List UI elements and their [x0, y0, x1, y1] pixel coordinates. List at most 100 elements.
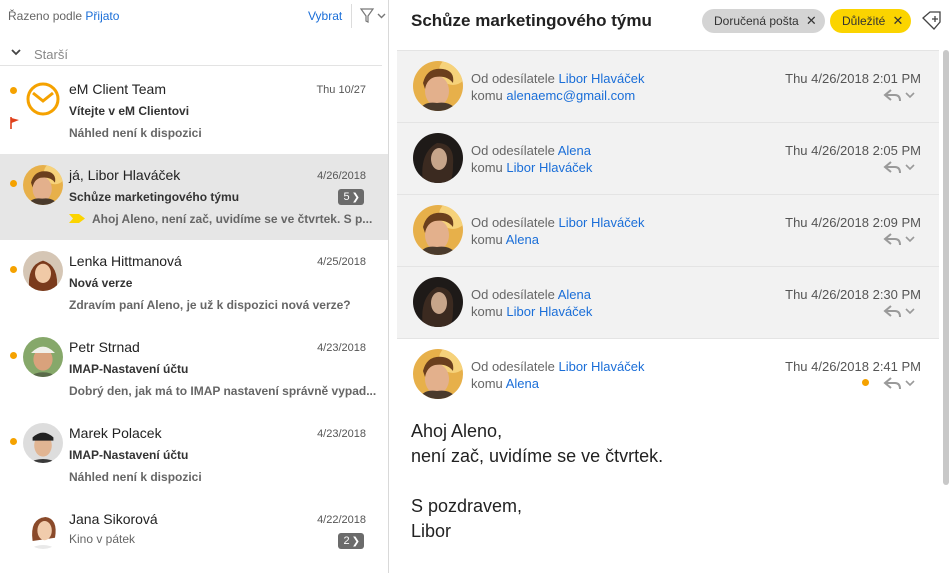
- tag-label: Důležité: [842, 14, 886, 28]
- to-line: komu alenaemc@gmail.com: [471, 88, 635, 103]
- list-item[interactable]: Marek Polacek 4/23/2018 IMAP-Nastavení ú…: [0, 412, 388, 498]
- list-item[interactable]: Jana Sikorová 4/22/2018 Kino v pátek 2 ❯: [0, 498, 388, 573]
- from-line: Od odesílatele Libor Hlaváček: [471, 215, 644, 230]
- reply-icon[interactable]: [883, 160, 917, 174]
- sender-link[interactable]: Alena: [558, 143, 591, 158]
- reply-icon[interactable]: [883, 88, 917, 102]
- scrollbar[interactable]: [943, 50, 949, 485]
- avatar: [413, 133, 463, 183]
- sort-prefix: Řazeno podle: [8, 9, 83, 23]
- list-item[interactable]: Petr Strnad 4/23/2018 IMAP-Nastavení účt…: [0, 326, 388, 412]
- from-prefix: Od odesílatele: [471, 359, 555, 374]
- avatar: [413, 349, 463, 399]
- from-line: Od odesílatele Libor Hlaváček: [471, 359, 644, 374]
- message-date: Thu 4/26/2018 2:41 PM: [785, 359, 921, 374]
- recipient-link[interactable]: Alena: [506, 232, 539, 247]
- important-marker-icon: [69, 214, 85, 223]
- sender-name: Marek Polacek: [69, 425, 162, 441]
- add-tag-button[interactable]: [918, 8, 944, 34]
- message-subject: Schůze marketingového týmu: [69, 190, 240, 204]
- tag-plus-icon: [922, 11, 941, 30]
- list-toolbar: Řazeno podle Přijato Vybrat: [0, 0, 389, 32]
- unread-dot: [10, 87, 17, 94]
- em-client-logo-icon: [26, 82, 60, 116]
- thread-count-badge[interactable]: 2 ❯: [338, 533, 364, 549]
- avatar: [413, 205, 463, 255]
- avatar: [23, 337, 63, 377]
- avatar: [23, 423, 63, 463]
- message-date: Thu 4/26/2018 2:09 PM: [785, 215, 921, 230]
- message-subject: IMAP-Nastavení účtu: [69, 448, 189, 462]
- message-preview: Náhled není k dispozici: [69, 470, 202, 484]
- to-line: komu Libor Hlaváček: [471, 160, 592, 175]
- to-prefix: komu: [471, 304, 503, 319]
- unread-dot[interactable]: [862, 379, 869, 386]
- sender-name: Petr Strnad: [69, 339, 140, 355]
- sender-link[interactable]: Libor Hlaváček: [558, 71, 644, 86]
- to-line: komu Alena: [471, 376, 539, 391]
- sender-link[interactable]: Libor Hlaváček: [558, 215, 644, 230]
- from-prefix: Od odesílatele: [471, 71, 555, 86]
- filter-button[interactable]: [358, 6, 388, 26]
- sort-control[interactable]: Řazeno podle Přijato: [8, 9, 119, 23]
- avatar: [23, 79, 63, 119]
- funnel-icon: [359, 8, 386, 23]
- message-preview: Kino v pátek: [69, 532, 136, 546]
- sort-value-link[interactable]: Přijato: [85, 9, 119, 23]
- message-date: Thu 4/26/2018 2:05 PM: [785, 143, 921, 158]
- tag-inbox[interactable]: Doručená pošta ✕: [702, 9, 825, 33]
- group-header-older[interactable]: Starší: [0, 40, 382, 66]
- list-item[interactable]: já, Libor Hlaváček 4/26/2018 Schůze mark…: [0, 154, 388, 240]
- sender-name: eM Client Team: [69, 81, 167, 97]
- thread-message[interactable]: Od odesílatele Libor Hlaváček komu alena…: [397, 50, 939, 122]
- from-prefix: Od odesílatele: [471, 215, 555, 230]
- recipient-link[interactable]: Libor Hlaváček: [506, 160, 592, 175]
- avatar: [23, 165, 63, 205]
- message-date: Thu 4/26/2018 2:30 PM: [785, 287, 921, 302]
- close-icon[interactable]: ✕: [806, 9, 817, 33]
- group-label: Starší: [34, 47, 68, 62]
- to-line: komu Libor Hlaváček: [471, 304, 592, 319]
- toolbar-divider: [351, 4, 352, 28]
- thread-message[interactable]: Od odesílatele Alena komu Libor Hlaváček…: [397, 266, 939, 338]
- from-line: Od odesílatele Alena: [471, 287, 591, 302]
- message-list-pane: Řazeno podle Přijato Vybrat Starší eM Cl…: [0, 0, 389, 573]
- from-prefix: Od odesílatele: [471, 287, 555, 302]
- message-date: Thu 4/26/2018 2:01 PM: [785, 71, 921, 86]
- unread-dot: [10, 266, 17, 273]
- thread-count-badge[interactable]: 5 ❯: [338, 189, 364, 205]
- conversation-title: Schůze marketingového týmu: [411, 11, 652, 30]
- reply-icon[interactable]: [883, 304, 917, 318]
- list-item[interactable]: Lenka Hittmanová 4/25/2018 Nová verze Zd…: [0, 240, 388, 326]
- thread-message[interactable]: Od odesílatele Alena komu Libor Hlaváček…: [397, 122, 939, 194]
- sender-name: Lenka Hittmanová: [69, 253, 182, 269]
- close-icon[interactable]: ✕: [892, 9, 903, 33]
- message-date: 4/23/2018: [317, 342, 366, 354]
- recipient-link[interactable]: Libor Hlaváček: [506, 304, 592, 319]
- sender-link[interactable]: Alena: [558, 287, 591, 302]
- thread-count: 2: [343, 535, 350, 547]
- unread-dot: [10, 438, 17, 445]
- sender-name: já, Libor Hlaváček: [69, 167, 181, 183]
- recipient-link[interactable]: Alena: [506, 376, 539, 391]
- thread-message-expanded[interactable]: Od odesílatele Libor Hlaváček komu Alena…: [397, 338, 939, 573]
- from-line: Od odesílatele Alena: [471, 143, 591, 158]
- from-line: Od odesílatele Libor Hlaváček: [471, 71, 644, 86]
- message-date: 4/26/2018: [317, 170, 366, 182]
- reply-icon[interactable]: [883, 232, 917, 246]
- thread-message[interactable]: Od odesílatele Libor Hlaváček komu Alena…: [397, 194, 939, 266]
- message-subject: Vítejte v eM Clientovi: [69, 104, 190, 118]
- message-date: Thu 10/27: [316, 84, 366, 96]
- recipient-link[interactable]: alenaemc@gmail.com: [506, 88, 635, 103]
- to-prefix: komu: [471, 376, 503, 391]
- unread-dot: [10, 352, 17, 359]
- reply-icon[interactable]: [883, 376, 917, 390]
- list-item[interactable]: eM Client Team Thu 10/27 Vítejte v eM Cl…: [0, 68, 388, 154]
- message-date: 4/25/2018: [317, 256, 366, 268]
- select-button[interactable]: Vybrat: [308, 9, 342, 23]
- tag-important[interactable]: Důležité ✕: [830, 9, 912, 33]
- unread-dot: [10, 180, 17, 187]
- chevron-down-icon[interactable]: [10, 46, 22, 58]
- flag-icon[interactable]: [10, 117, 20, 129]
- sender-link[interactable]: Libor Hlaváček: [558, 359, 644, 374]
